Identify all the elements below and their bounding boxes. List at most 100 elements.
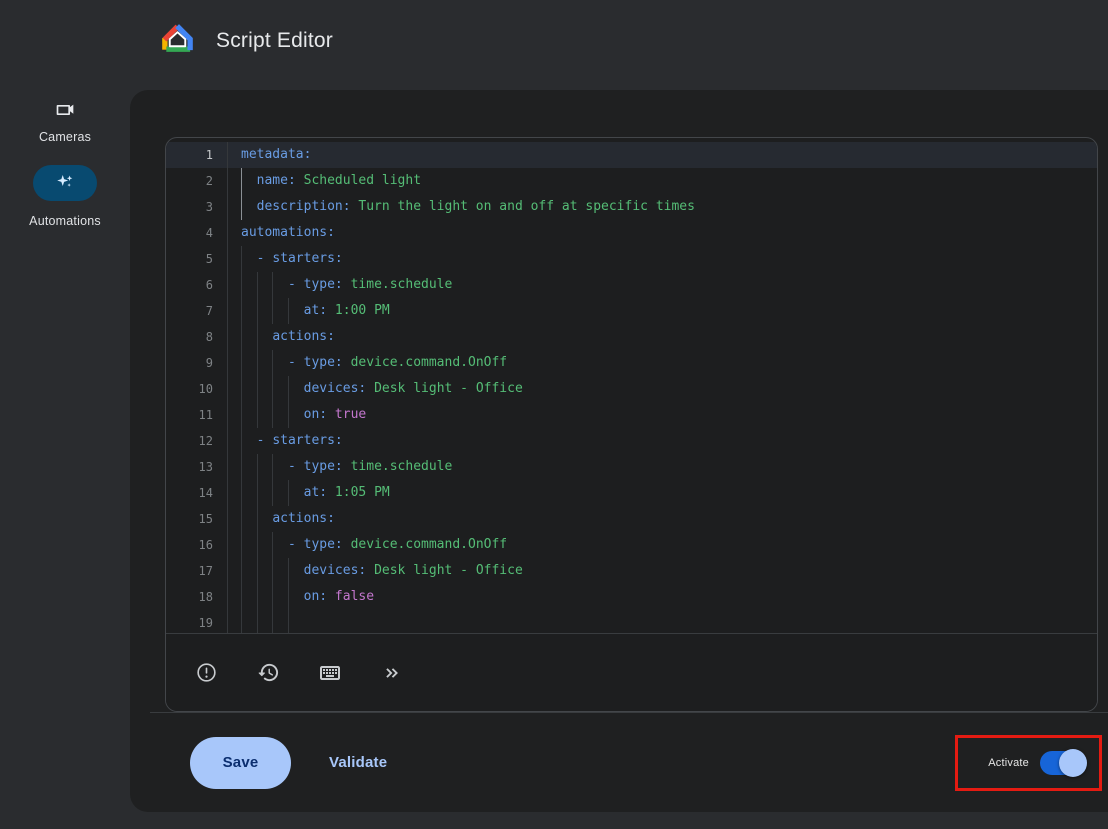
- header: Script Editor: [160, 16, 333, 66]
- code-line[interactable]: 13 - type: time.schedule: [166, 454, 1097, 480]
- code-line-text: automations:: [228, 220, 1097, 246]
- line-number: 3: [166, 194, 228, 220]
- code-line-text: - type: device.command.OnOff: [228, 350, 1097, 376]
- code-line[interactable]: 15 actions:: [166, 506, 1097, 532]
- line-number: 4: [166, 220, 228, 246]
- indent-guide: [257, 480, 258, 506]
- code-editor: 1metadata:2 name: Scheduled light3 descr…: [165, 137, 1098, 712]
- line-number: 15: [166, 506, 228, 532]
- code-line[interactable]: 17 devices: Desk light - Office: [166, 558, 1097, 584]
- save-button[interactable]: Save: [190, 737, 291, 789]
- indent-guide: [241, 246, 242, 272]
- indent-guide: [241, 194, 242, 220]
- line-number: 12: [166, 428, 228, 454]
- indent-guide: [257, 584, 258, 610]
- indent-guide: [288, 558, 289, 584]
- indent-guide: [241, 350, 242, 376]
- line-number: 16: [166, 532, 228, 558]
- editor-toolbar: [166, 633, 1097, 711]
- indent-guide: [272, 584, 273, 610]
- alert-circle-icon[interactable]: [194, 661, 218, 685]
- line-number: 7: [166, 298, 228, 324]
- code-line-text: at: 1:00 PM: [228, 298, 1097, 324]
- indent-guide: [272, 272, 273, 298]
- code-line-text: - type: device.command.OnOff: [228, 532, 1097, 558]
- indent-guide: [272, 558, 273, 584]
- indent-guide: [241, 506, 242, 532]
- line-number: 5: [166, 246, 228, 272]
- sidebar-item-automations[interactable]: Automations: [29, 144, 101, 228]
- code-line-text: - type: time.schedule: [228, 272, 1097, 298]
- line-number: 2: [166, 168, 228, 194]
- code-line[interactable]: 11 on: true: [166, 402, 1097, 428]
- sidebar-item-cameras[interactable]: Cameras: [39, 0, 91, 144]
- activate-label: Activate: [988, 757, 1029, 769]
- indent-guide: [272, 350, 273, 376]
- indent-guide: [272, 610, 273, 633]
- code-line[interactable]: 7 at: 1:00 PM: [166, 298, 1097, 324]
- active-pill: [33, 165, 97, 201]
- line-number: 10: [166, 376, 228, 402]
- indent-guide: [257, 558, 258, 584]
- indent-guide: [288, 584, 289, 610]
- activate-toggle[interactable]: [1040, 751, 1086, 775]
- code-line-text: on: false: [228, 584, 1097, 610]
- code-line-text: - starters:: [228, 428, 1097, 454]
- indent-guide: [241, 324, 242, 350]
- indent-guide: [257, 532, 258, 558]
- code-line-text: [228, 610, 1097, 633]
- code-area[interactable]: 1metadata:2 name: Scheduled light3 descr…: [166, 138, 1097, 633]
- history-icon[interactable]: [256, 661, 280, 685]
- indent-guide: [241, 376, 242, 402]
- indent-guide: [241, 532, 242, 558]
- toggle-thumb: [1059, 749, 1087, 777]
- code-line[interactable]: 10 devices: Desk light - Office: [166, 376, 1097, 402]
- indent-guide: [241, 558, 242, 584]
- script-editor-window: Script Editor Cameras Autom: [0, 0, 1108, 829]
- indent-guide: [272, 480, 273, 506]
- line-number: 19: [166, 610, 228, 633]
- code-line[interactable]: 3 description: Turn the light on and off…: [166, 194, 1097, 220]
- indent-guide: [257, 376, 258, 402]
- indent-guide: [241, 272, 242, 298]
- code-line-text: - starters:: [228, 246, 1097, 272]
- indent-guide: [272, 376, 273, 402]
- code-line[interactable]: 14 at: 1:05 PM: [166, 480, 1097, 506]
- code-line[interactable]: 19: [166, 610, 1097, 633]
- sparkle-icon: [54, 170, 76, 197]
- code-line[interactable]: 4automations:: [166, 220, 1097, 246]
- indent-guide: [241, 584, 242, 610]
- indent-guide: [257, 272, 258, 298]
- indent-guide: [241, 298, 242, 324]
- code-line[interactable]: 6 - type: time.schedule: [166, 272, 1097, 298]
- line-number: 9: [166, 350, 228, 376]
- activate-annotation-box: Activate: [955, 735, 1102, 791]
- code-line[interactable]: 9 - type: device.command.OnOff: [166, 350, 1097, 376]
- code-line[interactable]: 8 actions:: [166, 324, 1097, 350]
- indent-guide: [241, 168, 242, 194]
- line-number: 11: [166, 402, 228, 428]
- code-line[interactable]: 12 - starters:: [166, 428, 1097, 454]
- indent-guide: [241, 454, 242, 480]
- code-line-text: devices: Desk light - Office: [228, 558, 1097, 584]
- code-line[interactable]: 18 on: false: [166, 584, 1097, 610]
- validate-button[interactable]: Validate: [323, 753, 393, 772]
- code-line[interactable]: 1metadata:: [166, 142, 1097, 168]
- indent-guide: [272, 402, 273, 428]
- indent-guide: [257, 350, 258, 376]
- sidebar-item-label: Automations: [29, 214, 101, 228]
- sidebar: Cameras Automations: [0, 0, 130, 829]
- code-line-text: name: Scheduled light: [228, 168, 1097, 194]
- keyboard-icon[interactable]: [318, 661, 342, 685]
- double-chevron-right-icon[interactable]: [380, 661, 404, 685]
- indent-guide: [241, 480, 242, 506]
- code-line[interactable]: 5 - starters:: [166, 246, 1097, 272]
- indent-guide: [241, 610, 242, 633]
- line-number: 18: [166, 584, 228, 610]
- code-line[interactable]: 2 name: Scheduled light: [166, 168, 1097, 194]
- indent-guide: [288, 376, 289, 402]
- indent-guide: [241, 428, 242, 454]
- google-home-logo-icon: [160, 21, 195, 61]
- indent-guide: [272, 454, 273, 480]
- code-line[interactable]: 16 - type: device.command.OnOff: [166, 532, 1097, 558]
